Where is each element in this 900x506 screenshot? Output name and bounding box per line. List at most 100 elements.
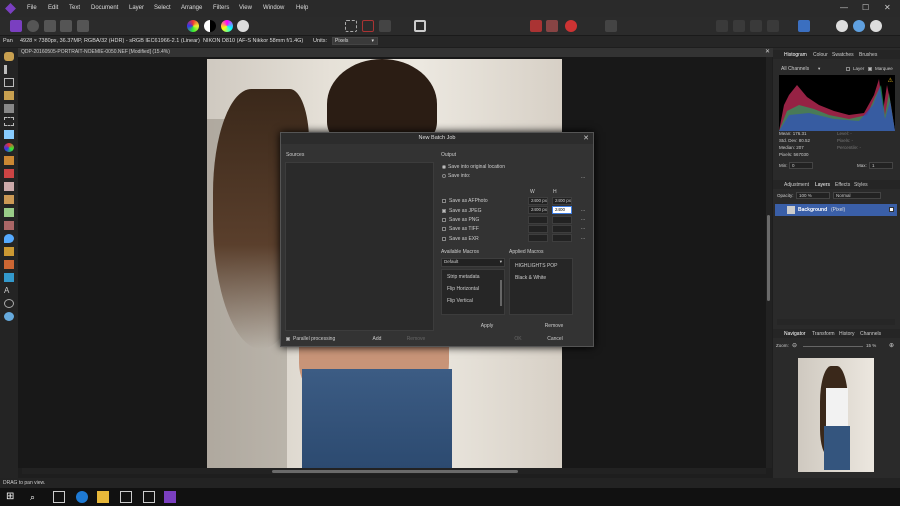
freehand-selection-icon[interactable] [4, 260, 14, 269]
tab-styles[interactable]: Styles [854, 182, 868, 188]
save-afphoto-checkbox[interactable] [442, 199, 446, 203]
sources-list[interactable] [285, 162, 434, 331]
exr-height-field[interactable] [552, 234, 572, 242]
layer-checkbox[interactable] [846, 67, 850, 71]
afphoto-height-field[interactable]: 2400 px [552, 197, 572, 205]
close-icon[interactable]: ✕ [583, 134, 589, 142]
dodge-brush-icon[interactable] [4, 195, 14, 204]
applied-macros-list[interactable]: HIGHLIGHTS POP Black & White [509, 258, 573, 315]
selection-brush-icon[interactable] [4, 91, 14, 100]
export-persona-icon[interactable] [77, 20, 89, 32]
close-document-icon[interactable]: ✕ [765, 48, 770, 55]
tiff-options-button[interactable]: ... [581, 225, 585, 231]
blend-mode-select[interactable]: Normal [833, 192, 881, 199]
flood-select-icon[interactable] [4, 104, 14, 113]
app-icon[interactable] [143, 491, 155, 503]
menu-help[interactable]: Help [296, 5, 308, 11]
menu-window[interactable]: Window [263, 5, 284, 11]
tiff-height-field[interactable] [552, 225, 572, 233]
save-png-checkbox[interactable] [442, 218, 446, 222]
jpeg-height-field[interactable]: 2400 [552, 206, 572, 214]
units-select[interactable]: Pixels ▾ [332, 37, 378, 45]
zoom-in-icon[interactable]: ⊕ [889, 342, 894, 349]
available-macros-scrollbar[interactable] [500, 280, 502, 306]
photo-persona-icon[interactable] [10, 20, 22, 32]
search-icon[interactable]: ⌕ [30, 491, 42, 503]
menu-edit[interactable]: Edit [48, 5, 58, 11]
layer-row-background[interactable]: Background (Pixel) [775, 204, 897, 216]
zoom-tool-icon[interactable] [4, 312, 14, 321]
available-macros-list[interactable]: Strip metadata Flip Horizontal Flip Vert… [441, 269, 505, 315]
align-icon[interactable] [798, 20, 810, 32]
color-replacement-icon[interactable] [4, 169, 14, 178]
macro-category-select[interactable]: Default ▾ [441, 258, 505, 267]
menu-select[interactable]: Select [154, 5, 171, 11]
tab-histogram[interactable]: Histogram [784, 52, 807, 58]
arrange-forward-icon[interactable] [733, 20, 745, 32]
document-tab[interactable]: QDP-20160505-PORTRAIT-NOEMIE-0050.NEF [M… [18, 48, 773, 57]
move-tool-icon[interactable] [4, 65, 14, 74]
healing-brush-icon[interactable] [4, 221, 14, 230]
layer-visibility-checkbox[interactable] [889, 207, 894, 212]
navigator-thumbnail[interactable] [798, 358, 874, 472]
snapping-icon[interactable] [530, 20, 542, 32]
opacity-field[interactable]: 100 % [796, 192, 830, 199]
tab-history[interactable]: History [839, 331, 855, 337]
exr-width-field[interactable] [528, 234, 548, 242]
auto-colour-icon[interactable] [187, 20, 199, 32]
menu-view[interactable]: View [239, 5, 252, 11]
available-macro-item[interactable]: Strip metadata [444, 272, 500, 283]
exr-options-button[interactable]: ... [581, 235, 585, 241]
save-tiff-checkbox[interactable] [442, 227, 446, 231]
liquify-persona-icon[interactable] [27, 20, 39, 32]
snapping-options-icon[interactable] [546, 20, 558, 32]
tab-navigator[interactable]: Navigator [784, 331, 805, 337]
task-view-icon[interactable] [53, 491, 65, 503]
menu-filters[interactable]: Filters [213, 5, 229, 11]
auto-white-balance-icon[interactable] [237, 20, 249, 32]
gradient-tool-icon[interactable] [4, 143, 14, 152]
text-tool-icon[interactable]: A [4, 286, 14, 295]
deselect-icon[interactable] [362, 20, 374, 32]
arrange-front-icon[interactable] [750, 20, 762, 32]
tab-effects[interactable]: Effects [835, 182, 850, 188]
browse-folder-button[interactable]: ... [581, 174, 585, 180]
max-field[interactable]: 1 [869, 162, 893, 169]
develop-persona-icon[interactable] [44, 20, 56, 32]
save-into-radio[interactable] [442, 174, 446, 178]
save-jpeg-checkbox[interactable] [442, 209, 446, 213]
windows-start-icon[interactable]: ⊞ [6, 491, 18, 503]
paint-brush-icon[interactable] [4, 156, 14, 165]
shape-tool-icon[interactable] [4, 273, 14, 282]
png-options-button[interactable]: ... [581, 216, 585, 222]
save-exr-checkbox[interactable] [442, 237, 446, 241]
afphoto-width-field[interactable]: 2400 px [528, 197, 548, 205]
menu-file[interactable]: File [27, 5, 37, 11]
jpeg-options-button[interactable]: ... [581, 207, 585, 213]
zoom-out-icon[interactable]: ⊖ [792, 342, 797, 349]
horizontal-scroll-thumb[interactable] [272, 470, 518, 473]
menu-text[interactable]: Text [69, 5, 80, 11]
tab-brushes[interactable]: Brushes [859, 52, 877, 58]
pen-tool-icon[interactable] [4, 247, 14, 256]
tab-layers[interactable]: Layers [815, 182, 830, 188]
assistant-icon[interactable] [605, 20, 617, 32]
store-icon[interactable] [120, 491, 132, 503]
remove-button[interactable]: Remove [403, 336, 429, 342]
marquee-checkbox[interactable] [868, 67, 872, 71]
hand-tool-icon[interactable] [4, 52, 14, 61]
blur-brush-icon[interactable] [4, 234, 14, 243]
tab-transform[interactable]: Transform [812, 331, 835, 337]
mesh-warp-icon[interactable] [4, 299, 14, 308]
png-width-field[interactable] [528, 216, 548, 224]
studio-icon[interactable] [870, 20, 882, 32]
minimize-icon[interactable]: — [840, 3, 848, 12]
personas-icon[interactable] [853, 20, 865, 32]
channels-select[interactable]: All Channels [781, 66, 809, 72]
edge-icon[interactable] [76, 491, 88, 503]
quick-mask-icon[interactable] [414, 20, 426, 32]
marquee-tool-icon[interactable] [4, 117, 14, 126]
invert-selection-icon[interactable] [379, 20, 391, 32]
min-field[interactable]: 0 [789, 162, 813, 169]
affinity-photo-taskbar-icon[interactable] [164, 491, 176, 503]
